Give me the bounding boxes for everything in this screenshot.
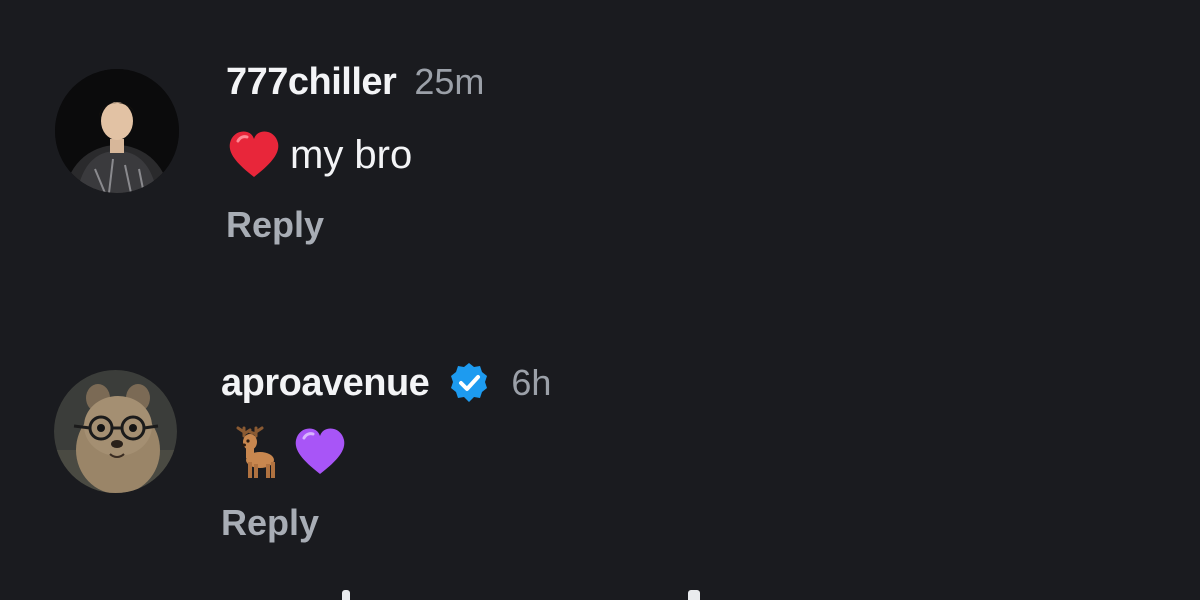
avatar-person-image [55,69,179,193]
comment-message: my bro [290,132,413,177]
deer-icon [226,424,282,480]
comment-header: 777chiller 25m [226,57,484,107]
comment-text [226,422,348,482]
comment-timestamp: 6h [511,362,552,403]
comment-timestamp: 25m [414,61,485,102]
comment-header: aproavenue 6h [221,358,551,408]
comment-text: my bro [226,125,412,185]
purple-heart-icon [292,424,348,480]
username-link[interactable]: aproavenue [221,362,430,405]
reply-button[interactable]: Reply [226,200,324,250]
avatar[interactable] [55,69,179,193]
red-heart-icon [226,127,282,183]
verified-badge-icon [447,361,491,405]
avatar[interactable] [54,370,177,493]
avatar-quokka-image [54,370,177,493]
reply-button[interactable]: Reply [221,498,319,548]
comments-list: 777chiller 25m my bro Reply aproavenue 6… [0,0,1200,600]
next-comment-partial [0,590,1200,600]
username-link[interactable]: 777chiller [226,61,397,104]
